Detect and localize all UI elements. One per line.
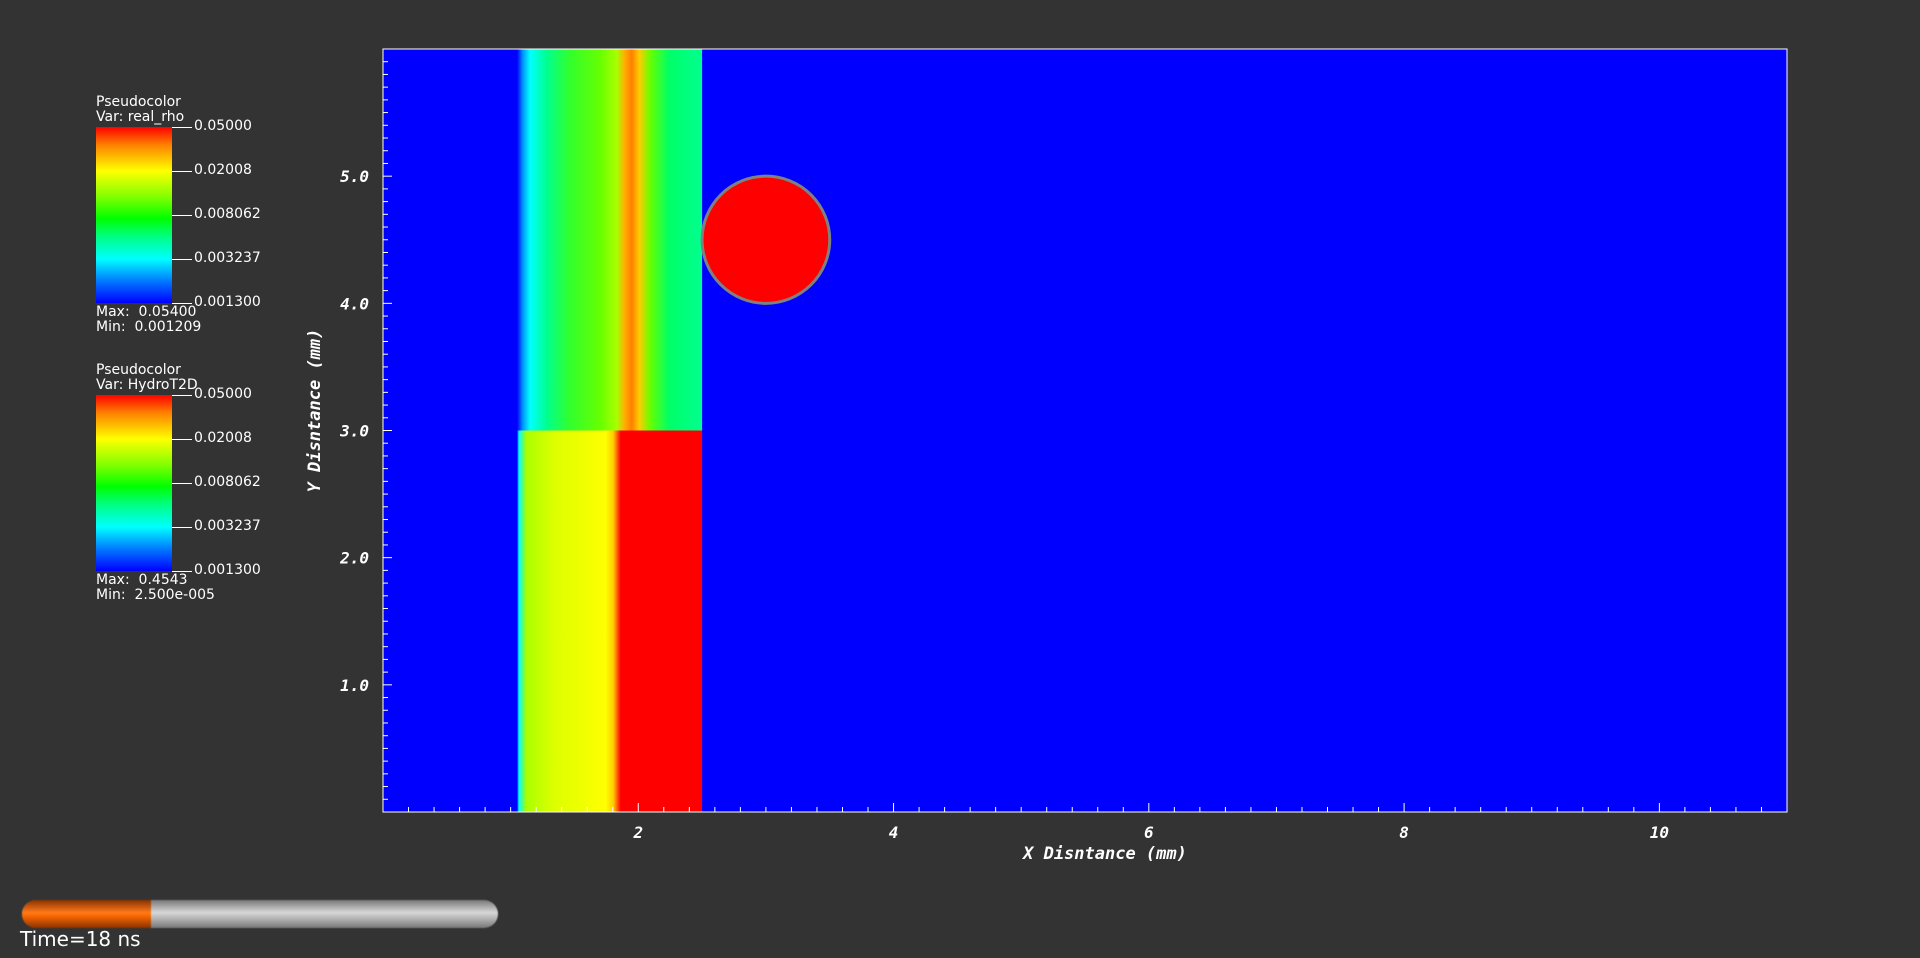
y-tick-label: 2.0 xyxy=(339,549,369,568)
y-tick-label: 3.0 xyxy=(339,422,369,441)
y-tick-label: 4.0 xyxy=(340,294,369,313)
y-tick-label: 5.0 xyxy=(340,167,369,186)
x-tick-label: 6 xyxy=(1144,823,1154,842)
x-tick-label: 4 xyxy=(889,823,899,842)
plot-canvas: 2 4 6 8 10 1.0 2.0 3.0 4.0 5.0 X Disntance (mm) Y D… xyxy=(305,48,1788,864)
x-tick-label: 8 xyxy=(1399,823,1409,842)
circle-region xyxy=(700,174,832,305)
heatmap-region xyxy=(517,49,703,431)
x-tick-label: 10 xyxy=(1650,823,1669,842)
time-slider-fill xyxy=(22,900,151,928)
time-slider[interactable] xyxy=(22,900,498,928)
visualization-window: Pseudocolor Var: real_rho 0.05000 0.0200… xyxy=(0,0,1920,958)
y-axis-title: Y Disntance (mm) xyxy=(305,329,325,493)
y-tick-label: 1.0 xyxy=(340,676,369,695)
heatmap-region xyxy=(517,430,703,812)
x-axis-title: X Disntance (mm) xyxy=(1021,844,1187,864)
x-tick-label: 2 xyxy=(632,823,643,842)
time-label: Time=18 ns xyxy=(20,927,141,951)
